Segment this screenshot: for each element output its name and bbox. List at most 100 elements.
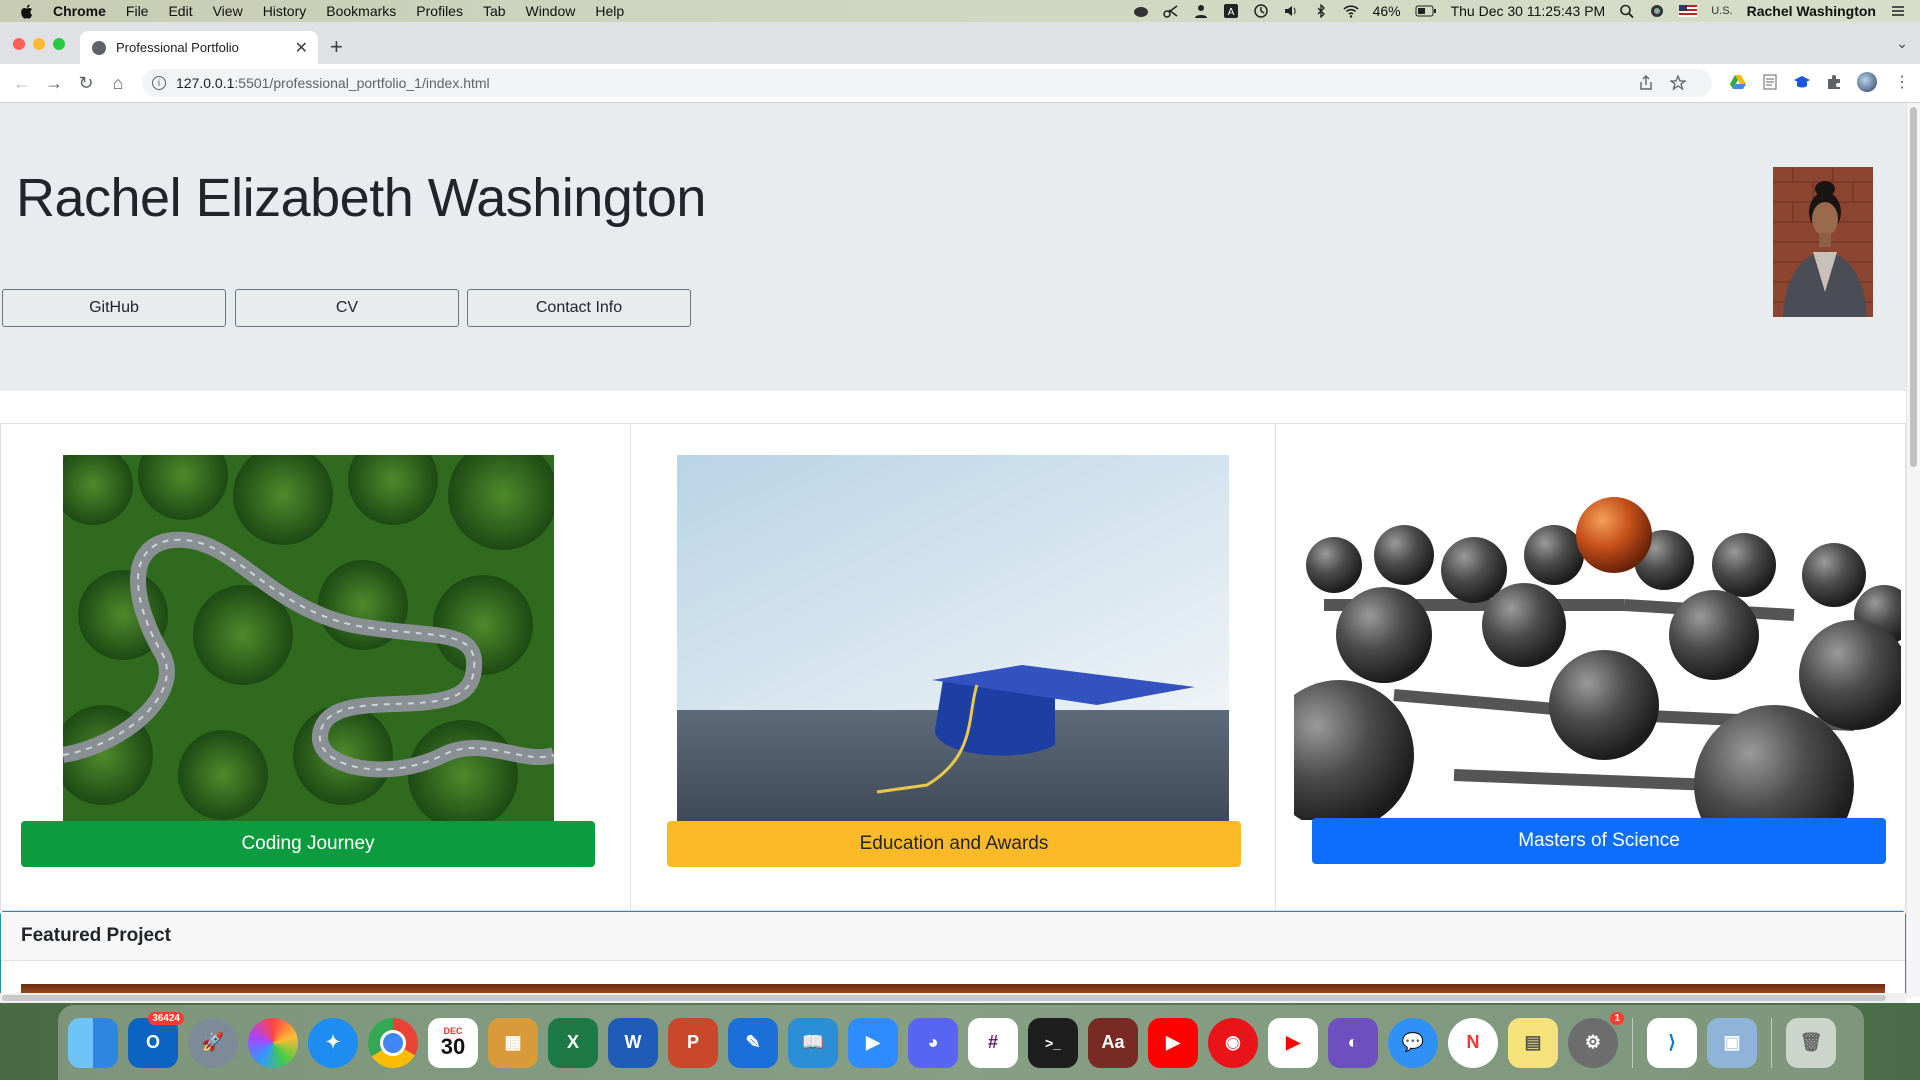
slack-icon[interactable]: # bbox=[968, 1017, 1018, 1068]
cv-button[interactable]: CV bbox=[235, 289, 459, 327]
settings-badge: 1 bbox=[1610, 1011, 1624, 1025]
menu-app-name[interactable]: Chrome bbox=[53, 3, 106, 19]
system-preferences-icon[interactable]: ⚙ 1 bbox=[1568, 1011, 1624, 1068]
horizontal-scrollbar[interactable] bbox=[0, 993, 1906, 1003]
youtube-tv-icon[interactable]: ▶ bbox=[1268, 1017, 1318, 1068]
calculator-icon[interactable]: ▦ bbox=[488, 1017, 538, 1068]
us-flag-icon[interactable] bbox=[1679, 4, 1698, 18]
google-drive-icon[interactable] bbox=[1730, 74, 1746, 90]
safari-icon[interactable]: ✦ bbox=[308, 1017, 358, 1068]
share-icon[interactable] bbox=[1638, 75, 1654, 91]
control-center-icon[interactable] bbox=[1890, 4, 1906, 18]
vscode-icon[interactable]: ⟩ bbox=[1647, 1017, 1697, 1068]
finder-icon[interactable] bbox=[68, 1017, 118, 1068]
card-masters-science: Masters of Science bbox=[1275, 423, 1906, 911]
close-tab-icon[interactable]: ✕ bbox=[295, 38, 308, 58]
home-icon[interactable]: ⌂ bbox=[104, 69, 132, 97]
outlook-badge: 36424 bbox=[148, 1011, 184, 1025]
tab-strip: Professional Portfolio ✕ + ⌄ bbox=[0, 22, 1920, 64]
extensions-puzzle-icon[interactable] bbox=[1826, 74, 1842, 90]
time-machine-icon[interactable] bbox=[1253, 4, 1269, 18]
profile-photo bbox=[1773, 167, 1873, 317]
chrome-icon[interactable] bbox=[368, 1017, 418, 1068]
close-window-button[interactable] bbox=[13, 38, 25, 50]
news-icon[interactable]: N bbox=[1448, 1017, 1498, 1068]
menu-history[interactable]: History bbox=[263, 3, 307, 19]
battery-icon[interactable] bbox=[1415, 4, 1437, 18]
spotlight-search-icon[interactable] bbox=[1619, 4, 1635, 18]
youtube-icon[interactable]: ▶ bbox=[1148, 1017, 1198, 1068]
page-viewport: Rachel Elizabeth Washington GitHub CV Co… bbox=[0, 103, 1906, 997]
tab-search-chevron-icon[interactable]: ⌄ bbox=[1896, 35, 1908, 52]
menu-edit[interactable]: Edit bbox=[168, 3, 192, 19]
photos-icon[interactable] bbox=[248, 1017, 298, 1068]
featured-project-card: Featured Project bbox=[0, 911, 1906, 997]
messenger-icon[interactable]: 💬 bbox=[1388, 1017, 1438, 1068]
minimize-window-button[interactable] bbox=[33, 38, 45, 50]
zoom-icon[interactable]: ▶ bbox=[848, 1017, 898, 1068]
volume-icon[interactable] bbox=[1283, 4, 1299, 18]
back-icon[interactable]: ← bbox=[8, 69, 36, 97]
siri-icon[interactable] bbox=[1649, 4, 1665, 18]
input-source-label[interactable]: U.S. bbox=[1711, 5, 1732, 17]
excel-icon[interactable]: X bbox=[548, 1017, 598, 1068]
header-jumbotron: Rachel Elizabeth Washington GitHub CV Co… bbox=[0, 103, 1906, 391]
reader-icon[interactable] bbox=[1762, 74, 1778, 90]
site-info-icon[interactable]: i bbox=[152, 76, 166, 90]
user-switch-icon[interactable] bbox=[1193, 4, 1209, 18]
preview-icon[interactable]: ▣ bbox=[1707, 1017, 1757, 1068]
forward-icon[interactable]: → bbox=[40, 69, 68, 97]
graduation-extension-icon[interactable] bbox=[1794, 74, 1810, 90]
page-title: Rachel Elizabeth Washington bbox=[16, 168, 706, 228]
menu-bookmarks[interactable]: Bookmarks bbox=[326, 3, 396, 19]
terminal-icon[interactable]: >_ bbox=[1028, 1017, 1078, 1068]
masters-science-button[interactable]: Masters of Science bbox=[1312, 818, 1886, 864]
tab-title: Professional Portfolio bbox=[116, 40, 239, 55]
bluetooth-icon[interactable] bbox=[1313, 4, 1329, 18]
chrome-menu-icon[interactable]: ⋮ bbox=[1894, 72, 1910, 91]
url-host: 127.0.0.1 bbox=[176, 75, 235, 91]
youtube-music-icon[interactable]: ◉ bbox=[1208, 1017, 1258, 1068]
github-button[interactable]: GitHub bbox=[2, 289, 226, 327]
creative-cloud-icon[interactable] bbox=[1133, 4, 1149, 18]
clock[interactable]: Thu Dec 30 11:25:43 PM bbox=[1451, 3, 1606, 19]
menu-file[interactable]: File bbox=[126, 3, 149, 19]
molecule-image bbox=[1294, 455, 1901, 820]
menu-profiles[interactable]: Profiles bbox=[416, 3, 463, 19]
font-icon[interactable]: A bbox=[1223, 4, 1239, 18]
browser-tab[interactable]: Professional Portfolio ✕ bbox=[80, 31, 318, 64]
new-tab-icon[interactable]: + bbox=[330, 34, 343, 60]
dictionary-icon[interactable]: Aa bbox=[1088, 1017, 1138, 1068]
github-desktop-icon[interactable]: ◐ bbox=[1328, 1017, 1378, 1068]
discord-icon[interactable]: ◕ bbox=[908, 1017, 958, 1068]
stickies-icon[interactable]: ▤ bbox=[1508, 1017, 1558, 1068]
word-icon[interactable]: W bbox=[608, 1017, 658, 1068]
calendar-icon[interactable]: DEC 30 bbox=[428, 1017, 478, 1068]
scissors-icon[interactable] bbox=[1162, 4, 1179, 18]
user-name[interactable]: Rachel Washington bbox=[1747, 3, 1876, 19]
address-bar[interactable]: i 127.0.0.1:5501/professional_portfolio_… bbox=[142, 69, 1712, 97]
horizontal-scroll-thumb[interactable] bbox=[2, 995, 1886, 1001]
coding-journey-button[interactable]: Coding Journey bbox=[21, 821, 595, 867]
reload-icon[interactable]: ↻ bbox=[72, 69, 100, 97]
kindle-icon[interactable]: 📖 bbox=[788, 1017, 838, 1068]
browser-toolbar: ← → ↻ ⌂ i 127.0.0.1:5501/professional_po… bbox=[0, 64, 1920, 103]
zoom-window-button[interactable] bbox=[53, 38, 65, 50]
vertical-scrollbar[interactable] bbox=[1906, 103, 1920, 997]
menu-window[interactable]: Window bbox=[526, 3, 576, 19]
trash-icon[interactable]: 🗑 bbox=[1786, 1017, 1836, 1068]
apple-icon[interactable] bbox=[20, 4, 33, 19]
launchpad-icon[interactable]: 🚀 bbox=[188, 1017, 238, 1068]
profile-avatar-icon[interactable] bbox=[1857, 72, 1877, 92]
menu-help[interactable]: Help bbox=[595, 3, 624, 19]
contact-info-button[interactable]: Contact Info bbox=[467, 289, 691, 327]
bookmark-star-icon[interactable] bbox=[1670, 75, 1686, 91]
pages-pen-icon[interactable]: ✎ bbox=[728, 1017, 778, 1068]
powerpoint-icon[interactable]: P bbox=[668, 1017, 718, 1068]
wifi-icon[interactable] bbox=[1343, 4, 1359, 18]
vertical-scroll-thumb[interactable] bbox=[1910, 107, 1917, 467]
education-awards-button[interactable]: Education and Awards bbox=[667, 821, 1241, 867]
outlook-icon[interactable]: O 36424 bbox=[128, 1011, 184, 1068]
menu-view[interactable]: View bbox=[213, 3, 243, 19]
menu-tab[interactable]: Tab bbox=[483, 3, 506, 19]
